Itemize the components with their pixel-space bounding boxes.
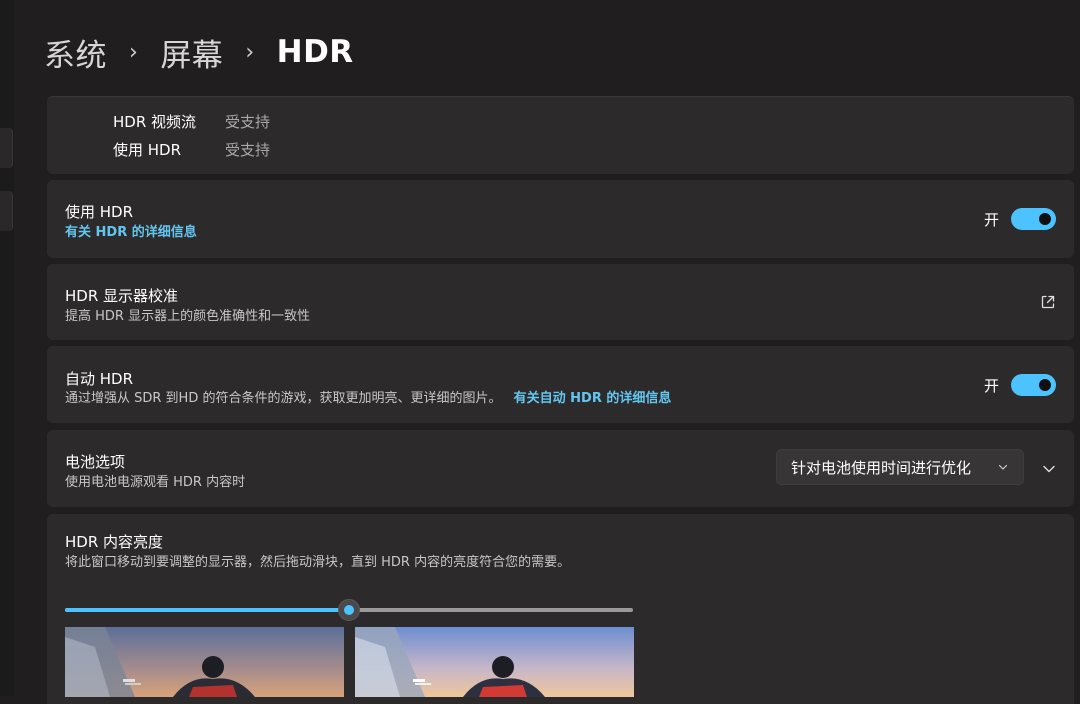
hdr-preview-image <box>355 627 634 697</box>
capability-label: HDR 视频流 <box>113 113 197 131</box>
battery-description: 使用电池电源观看 HDR 内容时 <box>65 475 246 490</box>
auto-hdr-card: 自动 HDR 通过增强从 SDR 到HD 的符合条件的游戏，获取更加明亮、更详细… <box>47 346 1074 423</box>
battery-title: 电池选项 <box>65 453 126 471</box>
toggle-knob <box>1039 379 1051 391</box>
battery-options-card: 电池选项 使用电池电源观看 HDR 内容时 针对电池使用时间进行优化 <box>47 430 1074 507</box>
brightness-description: 将此窗口移动到要调整的显示器，然后拖动滑块，直到 HDR 内容的亮度符合您的需要… <box>65 555 571 570</box>
use-hdr-card: 使用 HDR 有关 HDR 的详细信息 开 <box>47 180 1074 258</box>
sdr-preview-image <box>65 627 344 697</box>
breadcrumb-separator-icon: › <box>129 39 139 65</box>
auto-hdr-info-link[interactable]: 有关自动 HDR 的详细信息 <box>514 391 672 406</box>
calibration-title: HDR 显示器校准 <box>65 287 179 305</box>
sidebar-item-partial[interactable] <box>0 191 13 231</box>
capability-row: 使用 HDR 受支持 <box>113 139 270 160</box>
breadcrumb-system[interactable]: 系统 <box>44 30 107 75</box>
capability-value: 受支持 <box>225 113 271 131</box>
breadcrumb: 系统 › 屏幕 › HDR <box>44 30 354 75</box>
slider-thumb-dot <box>344 605 354 615</box>
sidebar-item-partial[interactable] <box>0 128 13 168</box>
sidebar-edge <box>0 0 14 696</box>
auto-hdr-title: 自动 HDR <box>65 370 134 388</box>
brightness-slider[interactable] <box>65 599 633 621</box>
use-hdr-toggle-label: 开 <box>983 210 999 229</box>
capability-label: 使用 HDR <box>113 141 182 159</box>
auto-hdr-toggle-wrap: 开 <box>984 374 1056 396</box>
capability-value: 受支持 <box>225 141 271 159</box>
open-external-icon[interactable] <box>1040 294 1056 310</box>
auto-hdr-toggle-label: 开 <box>983 376 999 395</box>
chevron-down-icon <box>998 464 1008 470</box>
expand-chevron-icon[interactable] <box>1042 462 1056 476</box>
hdr-brightness-card: HDR 内容亮度 将此窗口移动到要调整的显示器，然后拖动滑块，直到 HDR 内容… <box>47 514 1074 704</box>
page-title: HDR <box>276 34 354 70</box>
hdr-capabilities-card: HDR 视频流 受支持 使用 HDR 受支持 <box>47 96 1074 174</box>
auto-hdr-description-line: 通过增强从 SDR 到HD 的符合条件的游戏，获取更加明亮、更详细的图片。 有关… <box>65 387 671 406</box>
dropdown-selected-value: 针对电池使用时间进行优化 <box>791 458 972 477</box>
auto-hdr-toggle[interactable] <box>1011 374 1056 396</box>
auto-hdr-description: 通过增强从 SDR 到HD 的符合条件的游戏，获取更加明亮、更详细的图片。 <box>65 391 502 406</box>
slider-thumb[interactable] <box>338 599 360 621</box>
breadcrumb-separator-icon: › <box>245 39 255 65</box>
use-hdr-toggle[interactable] <box>1011 208 1056 230</box>
use-hdr-title: 使用 HDR <box>65 203 134 221</box>
brightness-title: HDR 内容亮度 <box>65 533 164 551</box>
breadcrumb-display[interactable]: 屏幕 <box>160 30 223 75</box>
battery-option-dropdown[interactable]: 针对电池使用时间进行优化 <box>776 449 1024 485</box>
use-hdr-toggle-wrap: 开 <box>984 208 1056 230</box>
capability-row: HDR 视频流 受支持 <box>113 111 270 132</box>
toggle-knob <box>1039 213 1051 225</box>
hdr-calibration-card[interactable]: HDR 显示器校准 提高 HDR 显示器上的颜色准确性和一致性 <box>47 264 1074 340</box>
calibration-description: 提高 HDR 显示器上的颜色准确性和一致性 <box>65 309 311 324</box>
hdr-info-link[interactable]: 有关 HDR 的详细信息 <box>65 221 197 240</box>
slider-fill <box>65 608 349 612</box>
